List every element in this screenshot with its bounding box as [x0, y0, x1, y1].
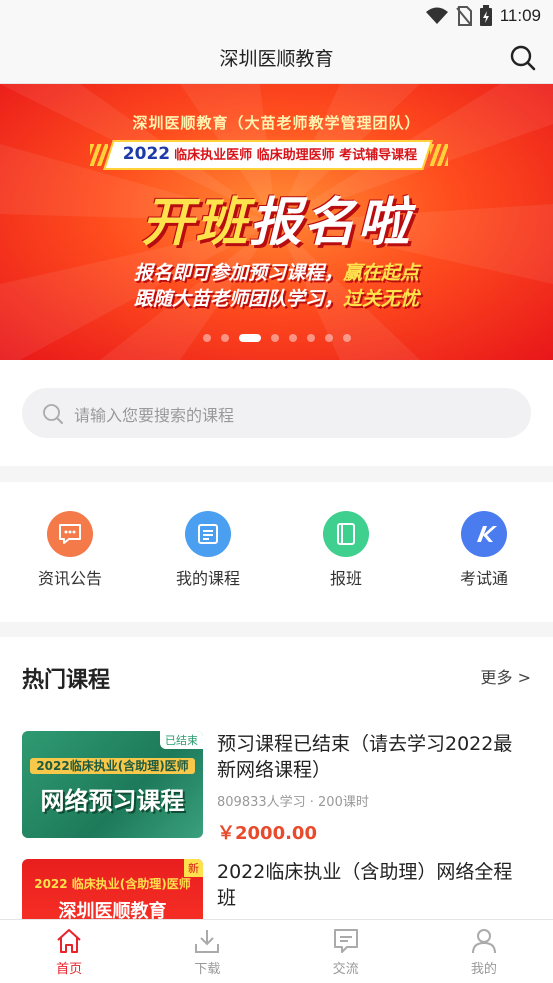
nav-label: 我的: [470, 962, 497, 977]
menu-item-news[interactable]: 资讯公告: [0, 511, 140, 589]
carousel-dot[interactable]: [324, 334, 333, 342]
user-icon: [471, 929, 496, 954]
quick-menu: 资讯公告 我的课程 报班 考试通: [0, 482, 553, 622]
course-card[interactable]: 已结束 2022临床执业(含助理)医师 网络预习课程 预习课程已结束（请去学习2…: [22, 731, 532, 844]
chat-bubble-icon: [47, 511, 93, 557]
promo-banner[interactable]: 深圳医顺教育（大苗老师教学管理团队） 2022 临床执业医师 临床助理医师 考试辅…: [0, 84, 553, 360]
nav-item-home[interactable]: 首页: [0, 920, 138, 983]
menu-item-my-courses[interactable]: 我的课程: [138, 511, 278, 589]
banner-line-2-highlight: 过关无忧: [343, 288, 420, 310]
banner-stripes-decoration: [430, 144, 448, 166]
menu-label: 考试通: [459, 569, 508, 588]
course-title: 预习课程已结束（请去学习2022最新网络课程）: [217, 733, 513, 781]
search-section: 请输入您要搜索的课程: [0, 360, 553, 466]
thumb-line-1: 2022临床执业(含助理)医师: [22, 757, 203, 774]
search-placeholder: 请输入您要搜索的课程: [74, 406, 235, 425]
carousel-dot[interactable]: [342, 334, 351, 342]
nav-item-profile[interactable]: 我的: [415, 920, 553, 983]
banner-headline-b: 报名啦: [249, 193, 412, 253]
course-title: 2022临床执业（含助理）网络全程班: [217, 861, 513, 909]
carousel-indicator[interactable]: [0, 334, 553, 342]
course-meta: 809833人学习 · 200课时: [217, 795, 369, 810]
banner-org-line: 深圳医顺教育（大苗老师教学管理团队）: [132, 114, 421, 132]
carousel-dot[interactable]: [202, 334, 211, 342]
banner-ribbon-text: 2022 临床执业医师 临床助理医师 考试辅导课程: [120, 144, 420, 164]
menu-label: 报班: [329, 569, 362, 588]
course-price: ￥2000.00: [217, 823, 317, 844]
thumb-line-2: 网络预习课程: [40, 787, 185, 815]
search-icon[interactable]: [509, 44, 537, 72]
document-icon: [185, 511, 231, 557]
exam-k-icon: [461, 511, 507, 557]
nav-label: 下载: [194, 962, 221, 977]
wifi-icon: [425, 7, 448, 24]
carousel-dot[interactable]: [220, 334, 229, 342]
course-thumbnail: 已结束 2022临床执业(含助理)医师 网络预习课程: [22, 731, 203, 838]
menu-label: 资讯公告: [37, 569, 102, 588]
thumb-line-1-text: 2022临床执业(含助理)医师: [30, 758, 195, 774]
banner-ribbon-label: 临床执业医师 临床助理医师 考试辅导课程: [174, 148, 418, 163]
banner-headline-a: 开班: [141, 193, 250, 253]
menu-label: 我的课程: [175, 569, 240, 588]
banner-line-1: 报名即可参加预习课程，赢在起点: [0, 258, 553, 285]
thumb-line-1: 2022 临床执业(含助理)医师: [34, 877, 191, 891]
banner-line-2: 跟随大苗老师团队学习，过关无忧: [0, 284, 553, 311]
banner-line-2-text: 跟随大苗老师团队学习，: [133, 288, 343, 310]
status-bar: 11:09: [0, 0, 553, 32]
carousel-dot[interactable]: [306, 334, 315, 342]
course-thumbnail: 新 2022 临床执业(含助理)医师 深圳医顺教育: [22, 859, 203, 919]
battery-charging-icon: [479, 5, 492, 26]
carousel-dot[interactable]: [288, 334, 297, 342]
nav-label: 交流: [332, 962, 359, 977]
nav-label: 首页: [56, 962, 83, 977]
status-icons: 11:09: [425, 5, 541, 26]
menu-item-enroll[interactable]: 报班: [276, 511, 416, 589]
thumb-line-2: 深圳医顺教育: [58, 901, 167, 919]
banner-year: 2022: [122, 144, 171, 164]
nav-item-download[interactable]: 下载: [138, 920, 276, 983]
bottom-nav: 首页 下载 交流 我的: [0, 919, 553, 983]
book-icon: [323, 511, 369, 557]
status-time: 11:09: [499, 5, 541, 25]
search-input[interactable]: 请输入您要搜索的课程: [22, 388, 531, 438]
more-link[interactable]: 更多 >: [481, 664, 532, 688]
home-icon: [57, 929, 81, 953]
course-card[interactable]: 新 2022 临床执业(含助理)医师 深圳医顺教育 2022临床执业（含助理）网…: [22, 859, 532, 919]
message-icon: [333, 929, 358, 953]
banner-line-1-text: 报名即可参加预习课程，: [133, 262, 343, 284]
carousel-dot[interactable]: [270, 334, 279, 342]
section-title: 热门课程: [22, 668, 111, 693]
nav-item-messages[interactable]: 交流: [277, 920, 415, 983]
search-icon: [43, 404, 63, 424]
hot-courses-section: 热门课程 更多 > 已结束 2022临床执业(含助理)医师 网络预习课程 预习课…: [0, 637, 553, 919]
page-title: 深圳医顺教育: [219, 48, 334, 70]
banner-line-1-highlight: 赢在起点: [343, 262, 420, 284]
carousel-dot[interactable]: [238, 334, 261, 342]
app-header: 深圳医顺教育: [0, 32, 553, 84]
menu-item-exam[interactable]: 考试通: [414, 511, 553, 589]
download-icon: [195, 930, 220, 953]
banner-headline: 开班报名啦: [0, 180, 553, 255]
no-sim-icon: [455, 5, 472, 26]
status-badge: 已结束: [160, 731, 203, 749]
